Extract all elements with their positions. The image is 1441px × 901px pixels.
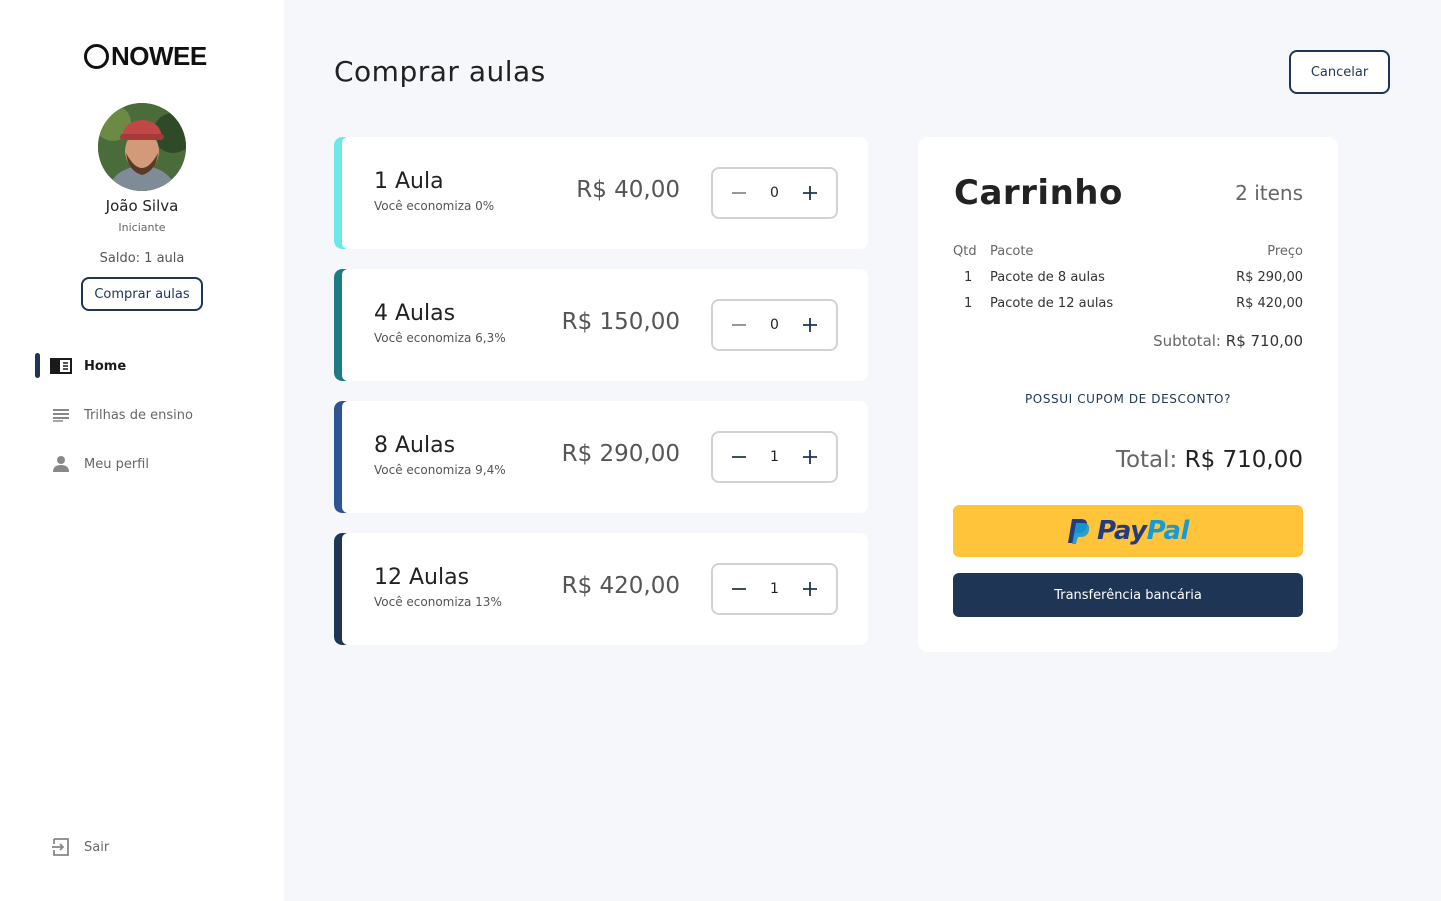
person-icon [50, 453, 72, 475]
cart-title: Carrinho [954, 173, 1123, 213]
package-name: 1 Aula [374, 169, 444, 194]
cart-header-price: Preço [1267, 244, 1303, 259]
cart-row-qty: 1 [964, 296, 973, 311]
paypal-wordmark: PayPal [1097, 516, 1189, 546]
paypal-wordmark-pay: Pay [1097, 516, 1147, 546]
home-book-icon [50, 355, 72, 377]
total: Total: R$ 710,00 [1116, 447, 1303, 473]
logo-circle-icon [84, 43, 109, 69]
package-price: R$ 40,00 [576, 177, 680, 203]
minus-icon [732, 324, 746, 326]
quantity-stepper: 0 [711, 299, 838, 351]
package-savings: Você economiza 9,4% [374, 463, 506, 477]
decrement-button[interactable] [727, 577, 751, 601]
package-savings: Você economiza 0% [374, 199, 495, 213]
minus-icon [732, 192, 746, 194]
subtotal: Subtotal: R$ 710,00 [1153, 332, 1303, 350]
cart-row-qty: 1 [964, 270, 973, 285]
package-name: 12 Aulas [374, 565, 470, 590]
avatar[interactable] [98, 103, 186, 191]
package-bar-mask [342, 269, 348, 381]
sidebar-buy-lessons-button[interactable]: Comprar aulas [81, 277, 203, 311]
package-savings: Você economiza 6,3% [374, 331, 506, 345]
sidebar-item-home[interactable]: Home [50, 353, 126, 379]
plus-icon [803, 582, 817, 596]
cart-panel: Carrinho 2 itens Qtd Pacote Preço 1 Paco… [918, 137, 1338, 652]
package-name: 4 Aulas [374, 301, 456, 326]
page-title: Comprar aulas [334, 55, 546, 88]
sidebar-item-profile[interactable]: Meu perfil [50, 451, 149, 477]
package-savings: Você economiza 13% [374, 595, 502, 609]
cart-header-qty: Qtd [953, 244, 977, 259]
bank-transfer-button[interactable]: Transferência bancária [953, 573, 1303, 617]
package-bar-mask [342, 137, 348, 249]
quantity-stepper: 1 [711, 431, 838, 483]
subtotal-value: R$ 710,00 [1225, 332, 1303, 350]
sidebar-item-trails[interactable]: Trilhas de ensino [50, 402, 193, 428]
cart-row-package: Pacote de 12 aulas [990, 296, 1114, 311]
avatar-photo [98, 103, 186, 191]
cart-header-package: Pacote [990, 244, 1034, 259]
logout-label: Sair [84, 839, 110, 855]
coupon-link[interactable]: POSSUI CUPOM DE DESCONTO? [918, 392, 1338, 406]
plus-icon [803, 318, 817, 332]
plus-icon [803, 450, 817, 464]
package-bar-mask [342, 533, 348, 645]
total-value: R$ 710,00 [1184, 447, 1303, 473]
increment-button[interactable] [798, 577, 822, 601]
quantity-value[interactable]: 0 [765, 317, 785, 333]
cart-row-price: R$ 420,00 [1236, 296, 1303, 311]
cart-row-price: R$ 290,00 [1236, 270, 1303, 285]
paypal-icon [1068, 519, 1090, 544]
user-level: Iniciante [118, 221, 166, 234]
increment-button[interactable] [798, 181, 822, 205]
user-name: João Silva [105, 197, 179, 215]
cart-row-package: Pacote de 8 aulas [990, 270, 1105, 285]
quantity-stepper: 1 [711, 563, 838, 615]
package-card-12: 12 Aulas Você economiza 13% R$ 420,00 1 [334, 533, 868, 645]
sidebar-item-label: Trilhas de ensino [84, 407, 193, 423]
sidebar-item-label: Meu perfil [84, 456, 149, 472]
cart-item-count: 2 itens [1235, 181, 1303, 205]
subtotal-label: Subtotal: [1153, 332, 1221, 350]
logout-icon [50, 836, 72, 858]
package-price: R$ 420,00 [561, 573, 680, 599]
package-card-1: 1 Aula Você economiza 0% R$ 40,00 0 [334, 137, 868, 249]
list-icon [50, 404, 72, 426]
nowee-logo[interactable]: NOWEE [84, 40, 207, 72]
package-name: 8 Aulas [374, 433, 456, 458]
sidebar-item-label: Home [84, 358, 127, 374]
quantity-value[interactable]: 1 [765, 581, 785, 597]
logo-text: NOWEE [111, 40, 207, 71]
active-nav-marker [35, 353, 40, 378]
plus-icon [803, 186, 817, 200]
decrement-button[interactable] [727, 445, 751, 469]
paypal-wordmark-pal: Pal [1146, 516, 1190, 546]
increment-button[interactable] [798, 313, 822, 337]
quantity-value[interactable]: 0 [765, 185, 785, 201]
decrement-button[interactable] [727, 181, 751, 205]
package-card-8: 8 Aulas Você economiza 9,4% R$ 290,00 1 [334, 401, 868, 513]
sidebar: NOWEE João Silva Iniciante Saldo: 1 aula… [0, 0, 284, 901]
quantity-value[interactable]: 1 [765, 449, 785, 465]
minus-icon [732, 588, 746, 590]
logout-button[interactable]: Sair [50, 834, 109, 860]
increment-button[interactable] [798, 445, 822, 469]
paypal-button[interactable]: PayPal [953, 505, 1303, 557]
package-price: R$ 290,00 [561, 441, 680, 467]
user-balance: Saldo: 1 aula [99, 251, 185, 266]
package-price: R$ 150,00 [561, 309, 680, 335]
minus-icon [732, 456, 746, 458]
package-bar-mask [342, 401, 348, 513]
cancel-button[interactable]: Cancelar [1289, 50, 1390, 94]
package-card-4: 4 Aulas Você economiza 6,3% R$ 150,00 0 [334, 269, 868, 381]
decrement-button[interactable] [727, 313, 751, 337]
quantity-stepper: 0 [711, 167, 838, 219]
total-label: Total: [1115, 447, 1178, 473]
